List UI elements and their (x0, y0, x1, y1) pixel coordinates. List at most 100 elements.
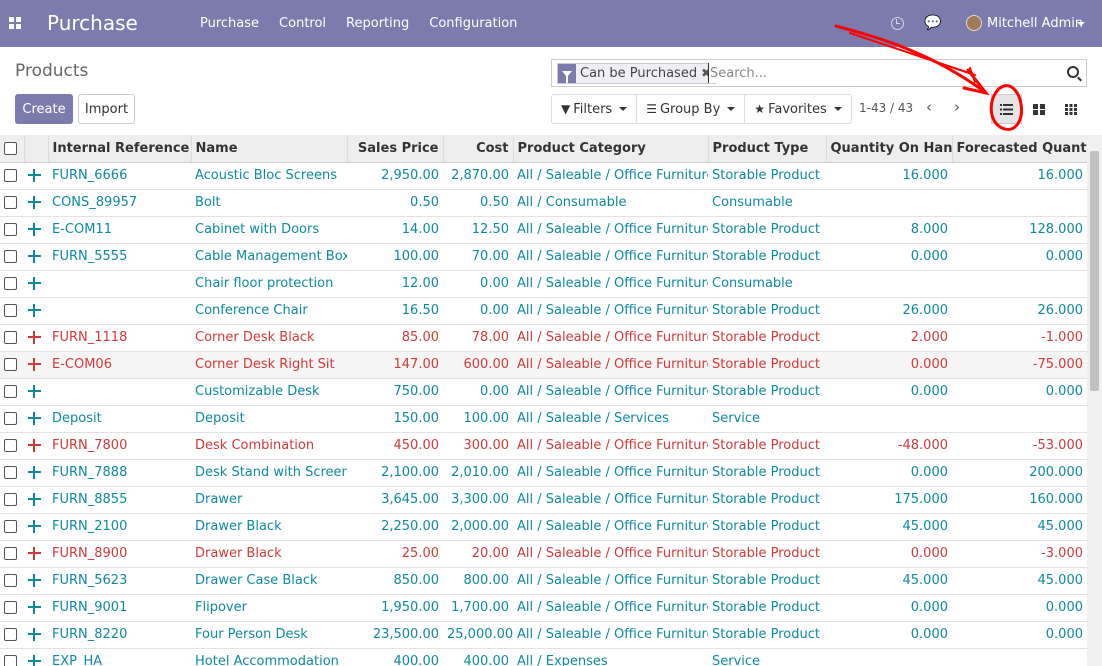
row-select-cell[interactable] (0, 512, 24, 540)
menu-item-control[interactable]: Control (269, 0, 336, 47)
scrollbar-thumb[interactable] (1090, 151, 1099, 391)
row-checkbox[interactable] (4, 520, 17, 533)
row-checkbox[interactable] (4, 196, 17, 209)
activity-clock-icon[interactable] (891, 17, 904, 30)
pager-next-icon[interactable]: › (954, 99, 960, 115)
import-button[interactable]: Import (78, 94, 135, 124)
drag-handle-icon[interactable] (28, 385, 41, 398)
column-header-product-type[interactable]: Product Type (707, 135, 826, 163)
table-row[interactable]: FURN_7800 Desk Combination 450.00 300.00 All… (0, 431, 1087, 459)
search-bar[interactable]: Can be Purchased ✖ (551, 59, 1087, 87)
search-icon[interactable] (1067, 66, 1079, 78)
row-handle-cell[interactable] (24, 377, 48, 405)
row-select-cell[interactable] (0, 404, 24, 432)
filters-dropdown[interactable]: ▼ Filters (552, 95, 638, 123)
table-row[interactable]: E-COM11 Cabinet with Doors 14.00 12.50 All /… (0, 215, 1087, 243)
column-header-product-category[interactable]: Product Category (512, 135, 708, 163)
user-menu-caret-icon[interactable] (1077, 22, 1085, 26)
table-row[interactable]: Conference Chair 16.50 0.00 All / Saleable … (0, 296, 1087, 324)
row-handle-cell[interactable] (24, 215, 48, 243)
row-checkbox[interactable] (4, 601, 17, 614)
row-select-cell[interactable] (0, 485, 24, 513)
row-checkbox[interactable] (4, 628, 17, 641)
row-handle-cell[interactable] (24, 404, 48, 432)
table-row[interactable]: EXP_HA Hotel Accommodation 400.00 400.00 All… (0, 647, 1087, 666)
table-row[interactable]: FURN_5623 Drawer Case Black 850.00 800.00 Al… (0, 566, 1087, 594)
drag-handle-icon[interactable] (28, 196, 41, 209)
favorites-dropdown[interactable]: ★ Favorites (745, 95, 851, 123)
row-select-cell[interactable] (0, 269, 24, 297)
row-checkbox[interactable] (4, 250, 17, 263)
row-handle-cell[interactable] (24, 350, 48, 378)
row-checkbox[interactable] (4, 223, 17, 236)
row-select-cell[interactable] (0, 377, 24, 405)
pager-previous-icon[interactable]: ‹ (926, 99, 932, 115)
row-select-cell[interactable] (0, 539, 24, 567)
row-checkbox[interactable] (4, 277, 17, 290)
row-handle-cell[interactable] (24, 458, 48, 486)
row-checkbox[interactable] (4, 574, 17, 587)
column-header-name[interactable]: Name (190, 135, 347, 163)
row-handle-cell[interactable] (24, 242, 48, 270)
table-row[interactable]: FURN_6666 Acoustic Bloc Screens 2,950.00 2,… (0, 161, 1087, 189)
user-menu-name[interactable]: Mitchell Admin (987, 16, 1083, 31)
drag-handle-icon[interactable] (28, 574, 41, 587)
column-header-sales-price[interactable]: Sales Price (346, 135, 443, 163)
pager-value[interactable]: 1-43 / 43 (859, 101, 913, 115)
row-handle-cell[interactable] (24, 512, 48, 540)
row-select-cell[interactable] (0, 215, 24, 243)
row-checkbox[interactable] (4, 169, 17, 182)
drag-handle-icon[interactable] (28, 250, 41, 263)
row-select-cell[interactable] (0, 323, 24, 351)
menu-item-purchase[interactable]: Purchase (190, 0, 269, 47)
groupby-dropdown[interactable]: ☰ Group By (637, 95, 746, 123)
row-select-cell[interactable] (0, 593, 24, 621)
drag-handle-icon[interactable] (28, 169, 41, 182)
column-header-quantity-on-hand[interactable]: Quantity On Hand (825, 135, 952, 163)
table-row[interactable]: Customizable Desk 750.00 0.00 All / Saleabl… (0, 377, 1087, 405)
row-select-cell[interactable] (0, 296, 24, 324)
row-handle-cell[interactable] (24, 620, 48, 648)
row-handle-cell[interactable] (24, 647, 48, 666)
kanban-view-button[interactable] (1023, 94, 1054, 124)
drag-handle-icon[interactable] (28, 547, 41, 560)
drag-handle-icon[interactable] (28, 412, 41, 425)
row-checkbox[interactable] (4, 493, 17, 506)
row-select-cell[interactable] (0, 566, 24, 594)
row-handle-cell[interactable] (24, 593, 48, 621)
drag-handle-icon[interactable] (28, 358, 41, 371)
drag-handle-icon[interactable] (28, 520, 41, 533)
row-checkbox[interactable] (4, 466, 17, 479)
table-row[interactable]: FURN_8855 Drawer 3,645.00 3,300.00 All / Sal… (0, 485, 1087, 513)
apps-menu-icon[interactable] (9, 17, 21, 29)
row-handle-cell[interactable] (24, 269, 48, 297)
table-row[interactable]: FURN_8220 Four Person Desk 23,500.00 25,000… (0, 620, 1087, 648)
table-row[interactable]: Deposit Deposit 150.00 100.00 All / Saleable… (0, 404, 1087, 432)
table-row[interactable]: Chair floor protection 12.00 0.00 All / Sal… (0, 269, 1087, 297)
table-row[interactable]: CONS_89957 Bolt 0.50 0.50 All / Consumable Co… (0, 188, 1087, 216)
row-handle-cell[interactable] (24, 485, 48, 513)
row-checkbox[interactable] (4, 439, 17, 452)
row-handle-cell[interactable] (24, 323, 48, 351)
chat-icon[interactable]: 💬 (924, 16, 941, 30)
row-handle-cell[interactable] (24, 539, 48, 567)
row-checkbox[interactable] (4, 304, 17, 317)
table-row[interactable]: FURN_7888 Desk Stand with Screen 2,100.00 2… (0, 458, 1087, 486)
table-row[interactable]: FURN_1118 Corner Desk Black 85.00 78.00 All … (0, 323, 1087, 351)
row-select-cell[interactable] (0, 620, 24, 648)
table-row[interactable]: FURN_9001 Flipover 1,950.00 1,700.00 All / S… (0, 593, 1087, 621)
drag-handle-icon[interactable] (28, 493, 41, 506)
row-handle-cell[interactable] (24, 431, 48, 459)
row-select-cell[interactable] (0, 647, 24, 666)
row-checkbox[interactable] (4, 412, 17, 425)
column-header-forecasted-quantity[interactable]: Forecasted Quantity (951, 135, 1087, 163)
row-checkbox[interactable] (4, 385, 17, 398)
row-select-cell[interactable] (0, 188, 24, 216)
row-checkbox[interactable] (4, 331, 17, 344)
drag-handle-icon[interactable] (28, 466, 41, 479)
app-brand[interactable]: Purchase (47, 11, 138, 35)
select-all-cell[interactable] (0, 135, 24, 163)
row-select-cell[interactable] (0, 161, 24, 189)
drag-handle-icon[interactable] (28, 655, 41, 666)
row-handle-cell[interactable] (24, 296, 48, 324)
